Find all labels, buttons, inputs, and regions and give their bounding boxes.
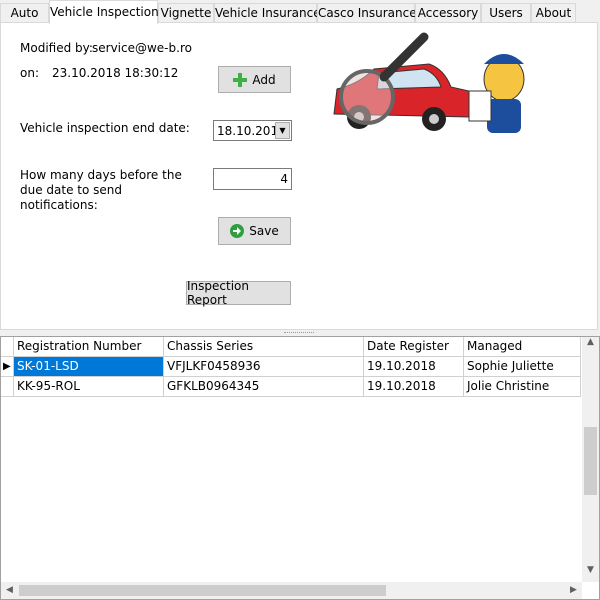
horizontal-scroll-thumb[interactable] [19, 585, 386, 596]
tab-about[interactable]: About [531, 3, 576, 23]
vehicle-inspection-panel: Modified by: service@we-b.ro on: 23.10.2… [0, 22, 598, 330]
cell-date[interactable]: 19.10.2018 [364, 377, 464, 397]
end-date-picker[interactable]: 18.10.2018 ▼ [213, 120, 292, 141]
tab-vignette[interactable]: Vignette [158, 3, 214, 23]
cell-chassis[interactable]: GFKLB0964345 [164, 377, 364, 397]
add-button[interactable]: Add [218, 66, 291, 93]
column-header-registration[interactable]: Registration Number [14, 337, 164, 357]
cell-chassis[interactable]: VFJLKF0458936 [164, 357, 364, 377]
vertical-scrollbar[interactable]: ▲ ▼ [582, 337, 599, 582]
column-header-managed[interactable]: Managed [464, 337, 581, 357]
save-button[interactable]: Save [218, 217, 291, 245]
tab-vehicle-inspection[interactable]: Vehicle Inspection [49, 0, 159, 24]
column-header-date[interactable]: Date Register [364, 337, 464, 357]
column-header-chassis[interactable]: Chassis Series [164, 337, 364, 357]
tab-vehicle-insurance[interactable]: Vehicle Insurance [214, 3, 321, 23]
tab-accessory[interactable]: Accessory [415, 3, 481, 23]
tab-auto[interactable]: Auto [0, 3, 49, 23]
cell-registration[interactable]: SK-01-LSD [14, 357, 164, 377]
end-date-label: Vehicle inspection end date: [20, 121, 190, 135]
row-header[interactable] [1, 377, 14, 397]
modified-by-label: Modified by: [20, 41, 93, 55]
scroll-right-icon[interactable]: ▶ [565, 582, 582, 599]
current-row-arrow-icon: ▶ [1, 357, 14, 377]
days-label: How many days before the due date to sen… [20, 168, 182, 212]
horizontal-scrollbar[interactable]: ◀ ▶ [1, 582, 582, 599]
on-label: on: [20, 66, 39, 80]
chevron-down-icon[interactable]: ▼ [275, 122, 290, 139]
vehicle-grid: Registration Number Chassis Series Date … [0, 336, 600, 600]
splitter-handle[interactable] [284, 332, 314, 335]
cell-managed[interactable]: Sophie Juliette [464, 357, 581, 377]
inspection-report-button[interactable]: Inspection Report [186, 279, 291, 307]
scroll-left-icon[interactable]: ◀ [1, 582, 18, 599]
cell-managed[interactable]: Jolie Christine [464, 377, 581, 397]
vertical-scroll-thumb[interactable] [584, 427, 597, 495]
scroll-up-icon[interactable]: ▲ [582, 337, 599, 354]
save-button-label: Save [249, 224, 279, 238]
modified-on-value: 23.10.2018 18:30:12 [52, 66, 179, 80]
tab-users[interactable]: Users [481, 3, 531, 23]
add-button-label: Add [252, 72, 276, 87]
car-inspection-illustration [333, 32, 525, 133]
mechanic-icon [468, 54, 525, 133]
tab-casco-insurance[interactable]: Casco Insurance [317, 3, 417, 23]
plus-icon [233, 72, 248, 87]
modified-by-value: service@we-b.ro [92, 41, 192, 55]
arrow-right-circle-icon [230, 224, 245, 238]
cell-date[interactable]: 19.10.2018 [364, 357, 464, 377]
row-header-corner [1, 337, 14, 357]
days-input[interactable]: 4 [213, 168, 292, 190]
scroll-down-icon[interactable]: ▼ [582, 565, 599, 582]
cell-registration[interactable]: KK-95-ROL [14, 377, 164, 397]
